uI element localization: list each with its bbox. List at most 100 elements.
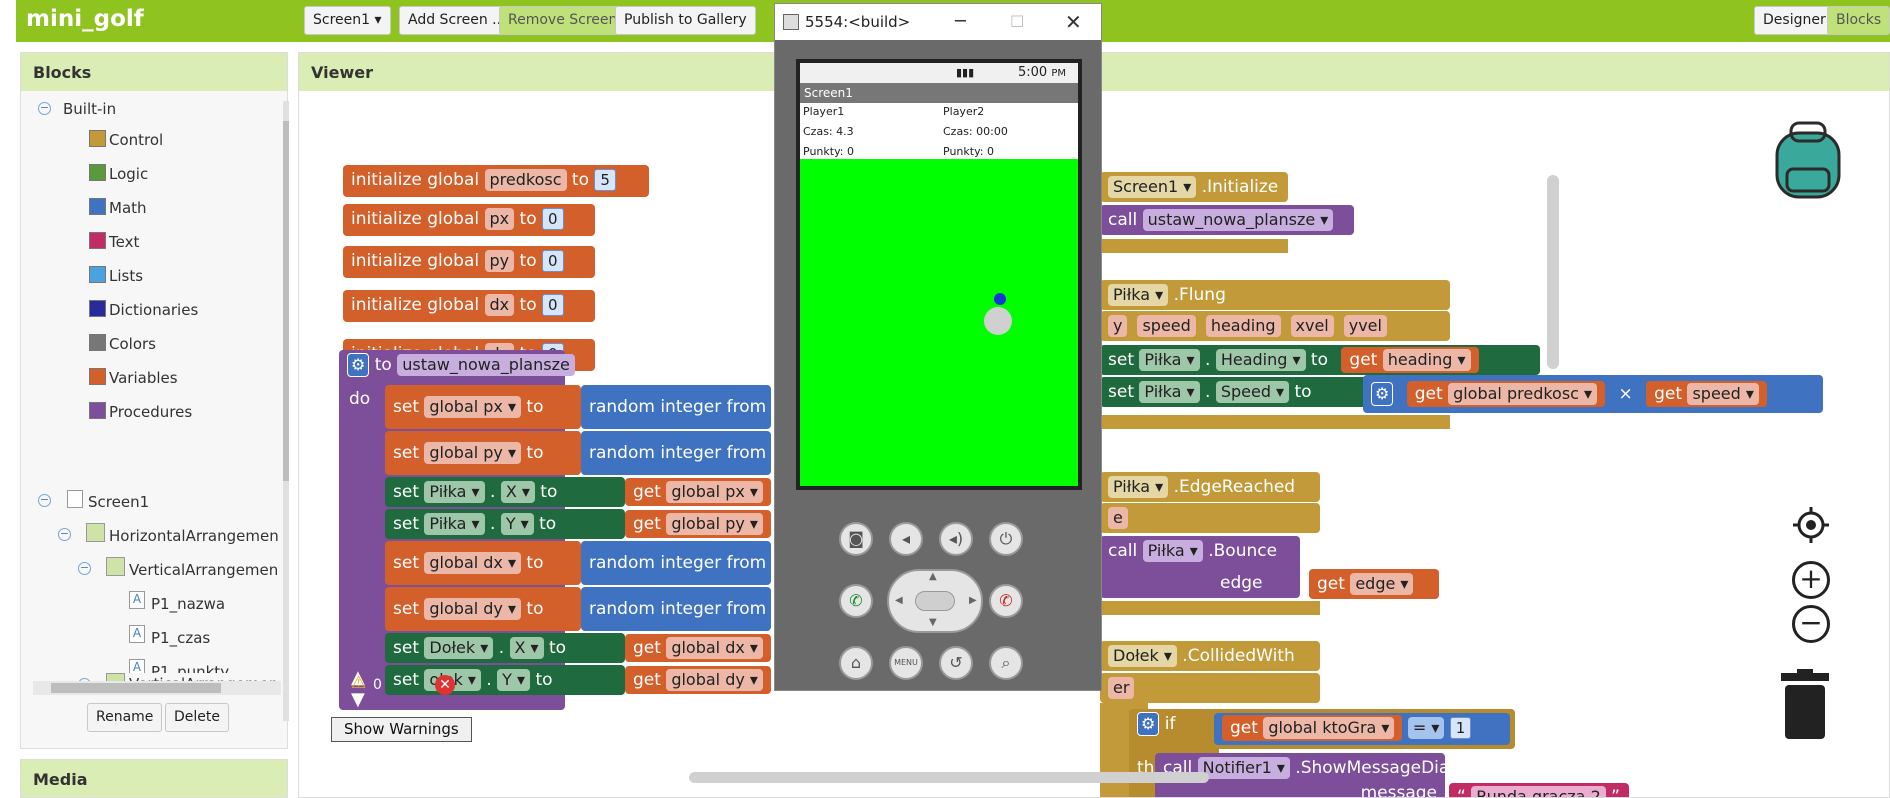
- add-screen-button[interactable]: Add Screen ...: [399, 6, 515, 35]
- set-global-block[interactable]: set global dy ▾ to: [385, 587, 581, 631]
- dpad-down-icon[interactable]: ▼: [929, 617, 937, 628]
- set-component-block[interactable]: set Piłka ▾ . X ▾ to: [385, 477, 625, 507]
- category-math[interactable]: Math: [109, 197, 147, 219]
- init-global-block[interactable]: initialize global dx to 0: [343, 290, 595, 322]
- trash-icon[interactable]: [1777, 669, 1833, 741]
- random-integer-block[interactable]: random integer from: [581, 587, 771, 631]
- edge-param[interactable]: e: [1108, 507, 1128, 529]
- collapse-icon[interactable]: −: [38, 494, 51, 507]
- ball-sprite[interactable]: [994, 293, 1006, 305]
- global-value[interactable]: 5: [594, 169, 616, 191]
- zoom-in-icon[interactable]: +: [1792, 561, 1830, 599]
- dpad-left-icon[interactable]: ◀: [895, 595, 903, 606]
- set-target[interactable]: global dx ▾: [424, 552, 522, 574]
- category-lists[interactable]: Lists: [109, 265, 143, 287]
- set-comp[interactable]: Piłka ▾: [424, 513, 485, 535]
- gear-icon[interactable]: ⚙: [347, 353, 370, 377]
- backpack-icon[interactable]: [1767, 117, 1849, 203]
- global-value[interactable]: 0: [542, 294, 564, 316]
- delete-button[interactable]: Delete: [165, 703, 229, 732]
- show-warnings-button[interactable]: Show Warnings: [331, 717, 472, 742]
- end-call-icon[interactable]: ✆: [989, 584, 1023, 618]
- coll-param[interactable]: er: [1108, 677, 1135, 699]
- recenter-icon[interactable]: [1791, 505, 1831, 545]
- designer-button[interactable]: Designer: [1754, 6, 1835, 35]
- set-speed-block[interactable]: set Piłka ▾ . Speed ▾ to: [1100, 377, 1400, 407]
- media-panel-header[interactable]: Media: [20, 759, 288, 798]
- screen-select[interactable]: Screen1 ▾: [304, 6, 391, 35]
- initialize-event-block[interactable]: Screen1 ▾ .Initialize: [1100, 172, 1288, 202]
- get-edge-block[interactable]: get edge ▾: [1309, 569, 1439, 599]
- random-integer-block[interactable]: random integer from: [581, 431, 771, 475]
- collapse-icon[interactable]: −: [38, 102, 51, 115]
- category-dictionaries[interactable]: Dictionaries: [109, 299, 198, 321]
- get-block[interactable]: get global dx ▾: [625, 634, 771, 662]
- category-procedures[interactable]: Procedures: [109, 401, 192, 423]
- collapse-icon[interactable]: −: [78, 562, 91, 575]
- back-icon[interactable]: ↺: [939, 646, 973, 680]
- global-name[interactable]: dx: [484, 294, 515, 316]
- zoom-out-icon[interactable]: −: [1792, 605, 1830, 643]
- remove-screen-button[interactable]: Remove Screen: [499, 6, 627, 35]
- collapse-icon[interactable]: −: [58, 528, 71, 541]
- close-icon[interactable]: ✕: [1065, 4, 1082, 40]
- call-proc-block[interactable]: call ustaw_nowa_plansze ▾: [1100, 205, 1354, 235]
- speed-a[interactable]: global predkosc ▾: [1448, 383, 1598, 405]
- set-comp[interactable]: Dołek ▾: [424, 637, 494, 659]
- heading-val[interactable]: heading ▾: [1382, 349, 1471, 371]
- blocks-button[interactable]: Blocks: [1827, 6, 1890, 35]
- proc-name[interactable]: ustaw_nowa_plansze: [397, 354, 575, 376]
- set-prop[interactable]: Y ▾: [500, 513, 534, 535]
- set-target[interactable]: global dy ▾: [424, 598, 522, 620]
- tree-scrollbar[interactable]: [283, 101, 289, 721]
- get-val[interactable]: global px ▾: [666, 481, 763, 503]
- tree-hscrollbar[interactable]: [33, 681, 281, 695]
- tree-screen1[interactable]: Screen1: [88, 491, 149, 513]
- home-icon[interactable]: ⌂: [839, 646, 873, 680]
- get-val[interactable]: global dy ▾: [666, 669, 763, 691]
- set-target[interactable]: global px ▾: [424, 396, 522, 418]
- get-val[interactable]: global py ▾: [666, 513, 763, 535]
- set-component-block[interactable]: set Dołek ▾ . X ▾ to: [385, 633, 625, 663]
- collided-event-block[interactable]: Dołek ▾ .CollidedWith: [1100, 641, 1320, 671]
- init-global-block[interactable]: initialize global px to 0: [343, 204, 595, 236]
- rename-button[interactable]: Rename: [87, 703, 163, 732]
- volume-up-icon[interactable]: ◂): [939, 522, 973, 556]
- edge-event-block[interactable]: Piłka ▾ .EdgeReached: [1100, 472, 1320, 502]
- set-component-block[interactable]: set Piłka ▾ . Y ▾ to: [385, 509, 625, 539]
- speed-comp[interactable]: Piłka ▾: [1139, 381, 1200, 403]
- flung-param[interactable]: yvel: [1343, 315, 1387, 337]
- category-colors[interactable]: Colors: [109, 333, 156, 355]
- init-global-block[interactable]: initialize global py to 0: [343, 246, 595, 278]
- set-prop[interactable]: X ▾: [500, 481, 535, 503]
- flung-param[interactable]: heading: [1205, 315, 1281, 337]
- set-heading-block[interactable]: set Piłka ▾ . Heading ▾ to get heading ▾: [1100, 345, 1540, 375]
- set-target[interactable]: global py ▾: [424, 442, 522, 464]
- tree-component[interactable]: P1_nazwa: [151, 593, 225, 615]
- publish-button[interactable]: Publish to Gallery: [615, 6, 756, 35]
- notif-comp[interactable]: Notifier1 ▾: [1197, 757, 1290, 779]
- message-val[interactable]: Runda gracza 2: [1471, 786, 1606, 797]
- tree-component[interactable]: P1_punkty: [151, 661, 229, 673]
- category-control[interactable]: Control: [109, 129, 163, 151]
- viewer-vscrollbar[interactable]: [1547, 175, 1559, 369]
- tree-component[interactable]: VerticalArrangemen: [129, 559, 278, 581]
- edge-comp[interactable]: Piłka ▾: [1108, 476, 1169, 498]
- menu-button[interactable]: MENU: [889, 646, 923, 680]
- multiply-block[interactable]: ⚙ get global predkosc ▾ × get speed ▾: [1363, 375, 1823, 413]
- viewer-hscrollbar[interactable]: [689, 772, 1209, 783]
- get-block[interactable]: get global py ▾: [625, 510, 771, 538]
- tree-builtin[interactable]: Built-in: [63, 98, 116, 120]
- set-prop[interactable]: Y ▾: [497, 669, 531, 691]
- dpad-right-icon[interactable]: ▶: [969, 595, 977, 606]
- get-block[interactable]: get global dy ▾: [625, 666, 771, 694]
- global-name[interactable]: predkosc: [484, 169, 567, 191]
- speed-b[interactable]: speed ▾: [1687, 383, 1759, 405]
- compare-op[interactable]: = ▾: [1407, 717, 1445, 739]
- volume-down-icon[interactable]: ◂: [889, 522, 923, 556]
- set-component-block[interactable]: set ołek ▾ . Y ▾ to: [385, 665, 625, 695]
- flung-event-block[interactable]: Piłka ▾ .Flung: [1100, 280, 1450, 310]
- gear-icon[interactable]: ⚙: [1137, 712, 1160, 736]
- flung-param[interactable]: speed: [1137, 315, 1196, 337]
- message-text-block[interactable]: “ Runda gracza 2 ”: [1449, 783, 1629, 797]
